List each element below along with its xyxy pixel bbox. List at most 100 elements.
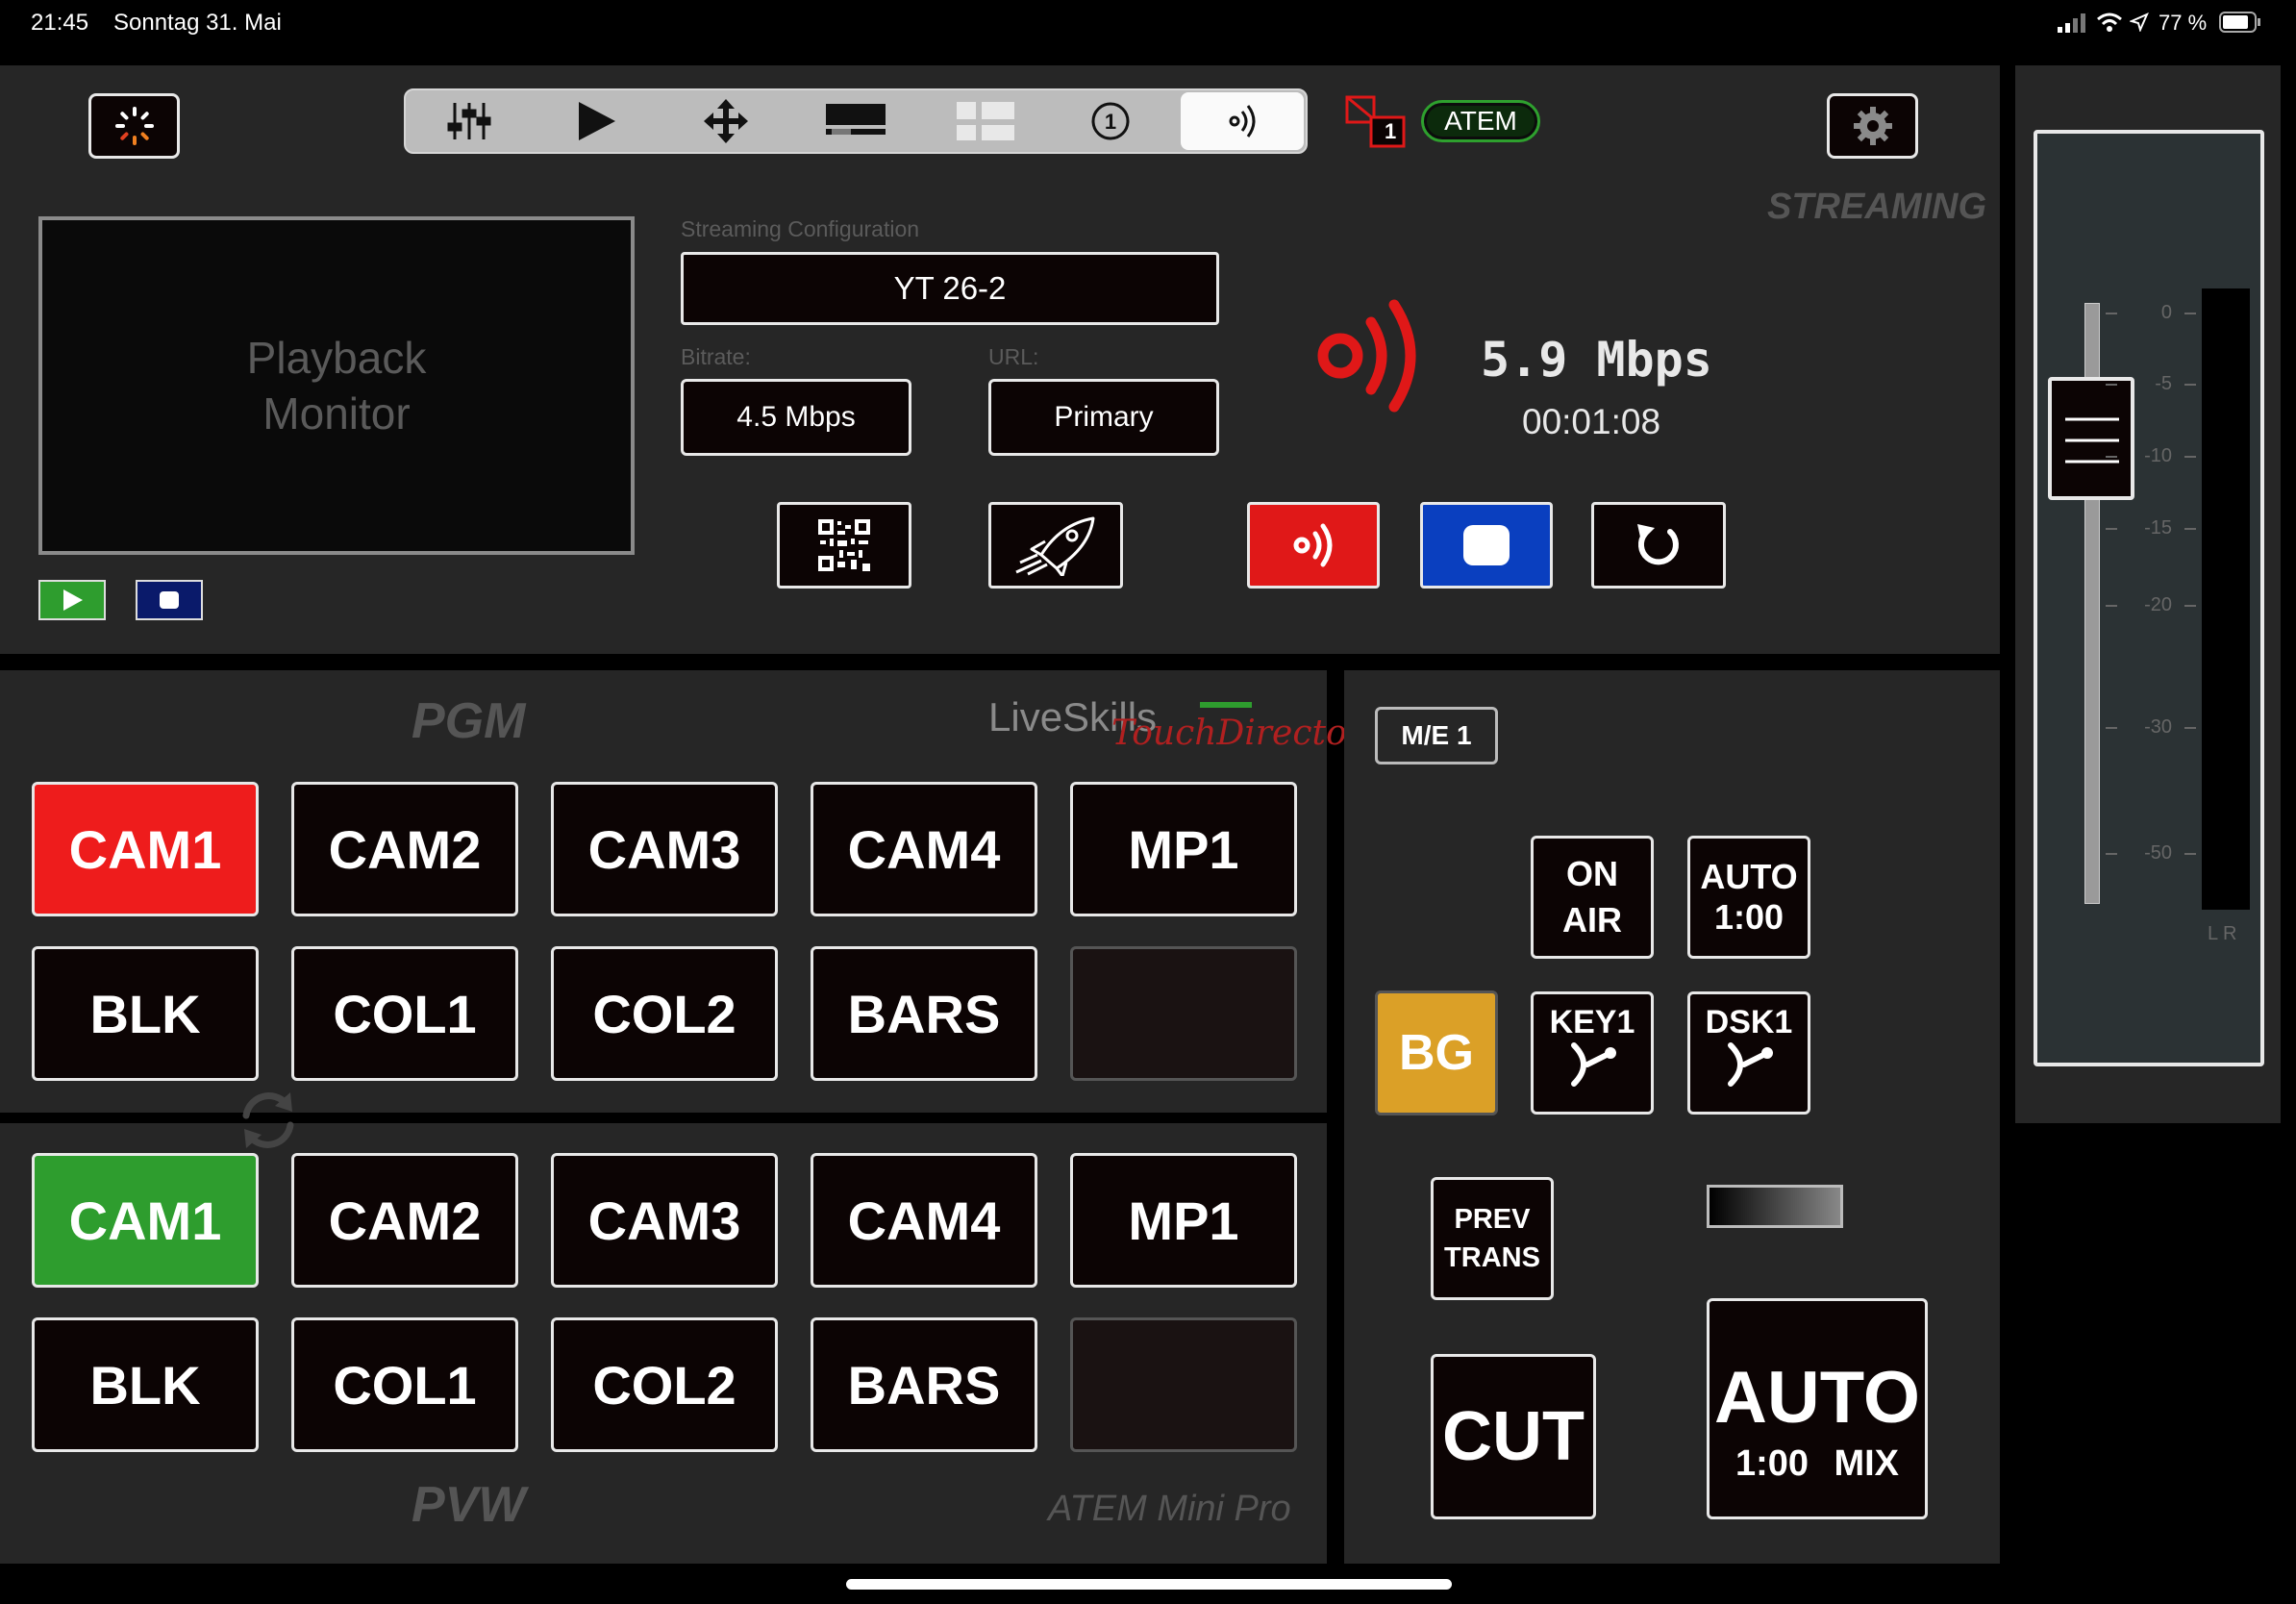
- url-field[interactable]: Primary: [988, 379, 1219, 456]
- pvw-source-label: CAM2: [328, 1190, 482, 1251]
- pvw-empty-button[interactable]: [1070, 1317, 1297, 1452]
- pvw-source-label: BLK: [89, 1354, 201, 1416]
- auto-mix-rate: 1:00: [1735, 1443, 1809, 1484]
- pvw-source-label: CAM4: [847, 1190, 1001, 1251]
- pvw-bars-button[interactable]: BARS: [811, 1317, 1037, 1452]
- status-time: 21:45: [31, 10, 89, 36]
- pgm-source-label: CAM3: [587, 818, 741, 880]
- pvw-blk-button[interactable]: BLK: [32, 1317, 259, 1452]
- playback-monitor-line2: Monitor: [262, 388, 411, 439]
- signal-icon: [2058, 13, 2090, 33]
- streaming-config-label: Streaming Configuration: [681, 216, 920, 241]
- rocket-button[interactable]: [988, 502, 1123, 589]
- number-one-icon: 1: [1090, 101, 1131, 141]
- pgm-cam3-button[interactable]: CAM3: [551, 782, 778, 916]
- pvw-mp1-button[interactable]: MP1: [1070, 1153, 1297, 1288]
- tally-badge: 1: [1344, 94, 1408, 148]
- stop-icon: [1461, 523, 1511, 567]
- cut-button[interactable]: CUT: [1431, 1354, 1596, 1519]
- swap-icon[interactable]: [233, 1085, 304, 1156]
- pgm-col1-button[interactable]: COL1: [291, 946, 518, 1081]
- stream-bitrate-readout: 5.9 Mbps: [1481, 332, 1712, 388]
- rocket-icon: [1012, 514, 1099, 576]
- pgm-source-label: BLK: [89, 983, 201, 1044]
- tab-grid[interactable]: [928, 91, 1043, 151]
- playback-stop-button[interactable]: [136, 580, 203, 620]
- pvw-cam3-button[interactable]: CAM3: [551, 1153, 778, 1288]
- grid-icon: [957, 100, 1014, 142]
- playback-monitor-line1: Playback: [246, 333, 427, 383]
- pvw-cam1-button[interactable]: CAM1: [32, 1153, 259, 1288]
- settings-button[interactable]: [1827, 93, 1918, 159]
- bg-button[interactable]: BG: [1375, 990, 1498, 1115]
- preview-transition-button[interactable]: PREV TRANS: [1431, 1177, 1554, 1300]
- tab-monitor[interactable]: [798, 91, 913, 151]
- on-air-button[interactable]: ON AIR: [1531, 836, 1654, 959]
- auto-mix-button[interactable]: AUTO 1:00 MIX: [1707, 1298, 1928, 1519]
- stop-stream-button[interactable]: [1420, 502, 1553, 589]
- pvw-col2-button[interactable]: COL2: [551, 1317, 778, 1452]
- pvw-cam2-button[interactable]: CAM2: [291, 1153, 518, 1288]
- pvw-source-label: BARS: [847, 1354, 1001, 1416]
- broadcast-icon: [1223, 102, 1261, 140]
- pgm-title: PGM: [412, 693, 526, 749]
- transition-curve-icon: [1725, 1041, 1773, 1088]
- pvw-source-label: MP1: [1128, 1190, 1239, 1251]
- dsk1-label: DSK1: [1705, 1004, 1793, 1040]
- auto-rate-line2: 1:00: [1713, 897, 1784, 937]
- tab-move[interactable]: [668, 91, 784, 151]
- start-stream-button[interactable]: [1247, 502, 1380, 589]
- refresh-icon: [1632, 518, 1685, 572]
- on-air-line2: AIR: [1562, 900, 1622, 940]
- pvw-cam4-button[interactable]: CAM4: [811, 1153, 1037, 1288]
- bitrate-label: Bitrate:: [681, 344, 751, 369]
- audio-level-meter: [2202, 288, 2250, 910]
- monitor-icon: [826, 102, 886, 140]
- brand-sub: TouchDirector: [1111, 714, 1363, 753]
- atem-connection-badge[interactable]: ATEM: [1421, 100, 1540, 142]
- pgm-col2-button[interactable]: COL2: [551, 946, 778, 1081]
- auto-mix-type: MIX: [1834, 1443, 1899, 1484]
- pvw-col1-button[interactable]: COL1: [291, 1317, 518, 1452]
- transition-progress-bar: [1707, 1185, 1843, 1228]
- auto-rate-button[interactable]: AUTO 1:00: [1687, 836, 1810, 959]
- pgm-mp1-button[interactable]: MP1: [1070, 782, 1297, 916]
- pgm-blk-button[interactable]: BLK: [32, 946, 259, 1081]
- battery-icon: [2219, 12, 2261, 33]
- key1-button[interactable]: KEY1: [1531, 991, 1654, 1115]
- pvw-source-label: COL1: [333, 1354, 477, 1416]
- pgm-bars-button[interactable]: BARS: [811, 946, 1037, 1081]
- tab-streaming[interactable]: [1181, 92, 1304, 150]
- tab-playback[interactable]: [538, 91, 654, 151]
- me-selector-button[interactable]: M/E 1: [1375, 707, 1498, 764]
- auto-rate-line1: AUTO: [1700, 857, 1798, 896]
- audio-channel-labels: L R: [2208, 923, 2237, 944]
- streaming-section-title: STREAMING: [1767, 187, 1986, 227]
- stream-duration: 00:01:08: [1522, 402, 1661, 441]
- brand-accent-bar: [1200, 702, 1252, 708]
- pgm-cam1-button[interactable]: CAM1: [32, 782, 259, 916]
- pgm-cam2-button[interactable]: CAM2: [291, 782, 518, 916]
- mixer-sliders-icon: [447, 99, 491, 143]
- tab-mixer[interactable]: [413, 91, 524, 151]
- loading-button[interactable]: [88, 93, 180, 159]
- reconnect-button[interactable]: [1591, 502, 1726, 589]
- bitrate-field[interactable]: 4.5 Mbps: [681, 379, 911, 456]
- pgm-empty-button[interactable]: [1070, 946, 1297, 1081]
- stop-icon: [158, 589, 181, 611]
- auto-mix-details: 1:00 MIX: [1735, 1443, 1899, 1485]
- streaming-config-field[interactable]: YT 26-2: [681, 252, 1219, 325]
- svg-text:1: 1: [1105, 110, 1116, 134]
- url-label: URL:: [988, 344, 1039, 369]
- playback-monitor: Playback Monitor: [38, 216, 635, 555]
- dsk1-button[interactable]: DSK1: [1687, 991, 1810, 1115]
- playback-play-button[interactable]: [38, 580, 106, 620]
- tab-me-one[interactable]: 1: [1053, 91, 1168, 151]
- pgm-cam4-button[interactable]: CAM4: [811, 782, 1037, 916]
- qr-code-button[interactable]: [777, 502, 911, 589]
- key1-label: KEY1: [1549, 1004, 1635, 1040]
- status-date: Sonntag 31. Mai: [113, 10, 282, 36]
- home-indicator: [846, 1579, 1452, 1590]
- prev-trans-line2: TRANS: [1444, 1242, 1540, 1273]
- wifi-icon: [2096, 12, 2123, 33]
